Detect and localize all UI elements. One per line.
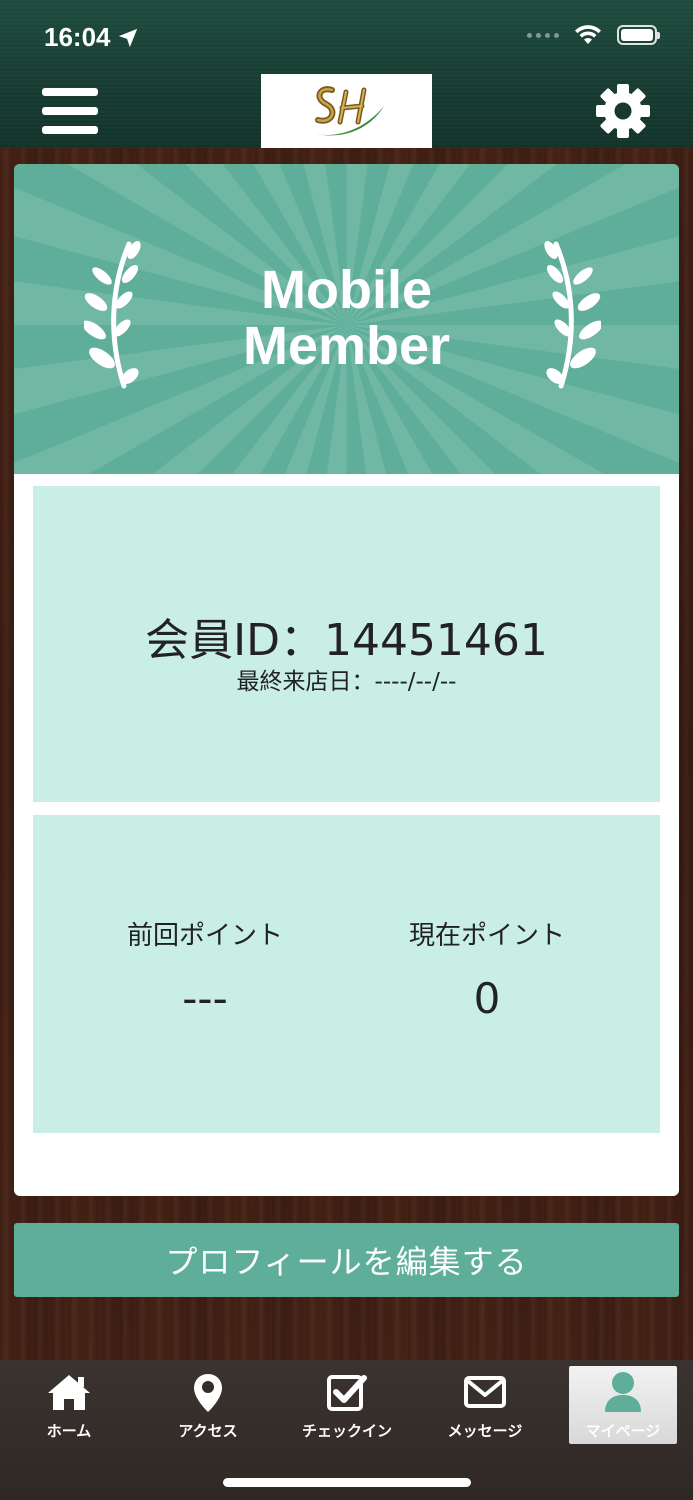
tab-access[interactable]: アクセス xyxy=(141,1360,275,1444)
checkbox-icon xyxy=(327,1375,367,1411)
last-visit-date: 最終来店日：----/--/-- xyxy=(236,669,457,695)
current-points-value: 0 xyxy=(473,974,501,1023)
tab-checkin-label: チェックイン xyxy=(301,1422,392,1440)
app-header: 16:04 xyxy=(0,0,693,148)
tab-message[interactable]: メッセージ xyxy=(418,1360,552,1444)
tab-access-label: アクセス xyxy=(178,1422,238,1440)
status-time: 16:04 xyxy=(44,22,139,53)
battery-icon xyxy=(617,25,660,45)
previous-points-label: 前回ポイント xyxy=(126,921,283,951)
gear-icon xyxy=(596,84,650,138)
cellular-signal-icon xyxy=(527,32,559,38)
sh-monogram-logo xyxy=(314,86,384,136)
home-icon xyxy=(48,1375,90,1410)
tab-home[interactable]: ホーム xyxy=(2,1360,136,1444)
tab-home-label: ホーム xyxy=(46,1422,92,1440)
banner-title: Mobile Member xyxy=(14,262,679,374)
hamburger-menu-icon xyxy=(42,88,98,96)
menu-button[interactable] xyxy=(42,86,100,136)
member-banner: Mobile Member xyxy=(14,164,679,474)
bottom-tab-bar: ホーム アクセス チェックイン メッセージ マイページ xyxy=(0,1360,693,1500)
tab-mypage[interactable]: マイページ xyxy=(569,1366,677,1444)
store-logo xyxy=(261,74,432,148)
member-id: 会員ID：14451461 xyxy=(145,615,548,666)
banner-title-line2: Member xyxy=(242,316,451,376)
tab-message-label: メッセージ xyxy=(447,1422,523,1440)
map-pin-icon xyxy=(194,1374,222,1412)
tab-mypage-label: マイページ xyxy=(585,1422,661,1440)
member-card: Mobile Member 会員ID：14451461 最終来店日：----/-… xyxy=(14,164,679,1196)
banner-title-line1: Mobile xyxy=(261,260,432,320)
previous-points: 前回ポイント --- xyxy=(85,915,325,1023)
home-indicator[interactable] xyxy=(223,1478,471,1487)
current-points: 現在ポイント 0 xyxy=(367,915,607,1023)
clock-text: 16:04 xyxy=(44,22,111,52)
edit-profile-button[interactable]: プロフィールを編集する xyxy=(14,1223,679,1297)
envelope-icon xyxy=(464,1376,506,1408)
wifi-icon xyxy=(575,25,601,44)
settings-button[interactable] xyxy=(594,82,652,140)
current-points-label: 現在ポイント xyxy=(408,921,565,951)
member-id-panel: 会員ID：14451461 最終来店日：----/--/-- xyxy=(33,486,660,802)
person-icon xyxy=(605,1372,641,1412)
previous-points-value: --- xyxy=(182,974,228,1023)
location-arrow-icon xyxy=(118,28,137,47)
tab-checkin[interactable]: チェックイン xyxy=(280,1360,414,1444)
points-panel: 前回ポイント --- 現在ポイント 0 xyxy=(33,815,660,1133)
status-indicators xyxy=(527,24,660,46)
